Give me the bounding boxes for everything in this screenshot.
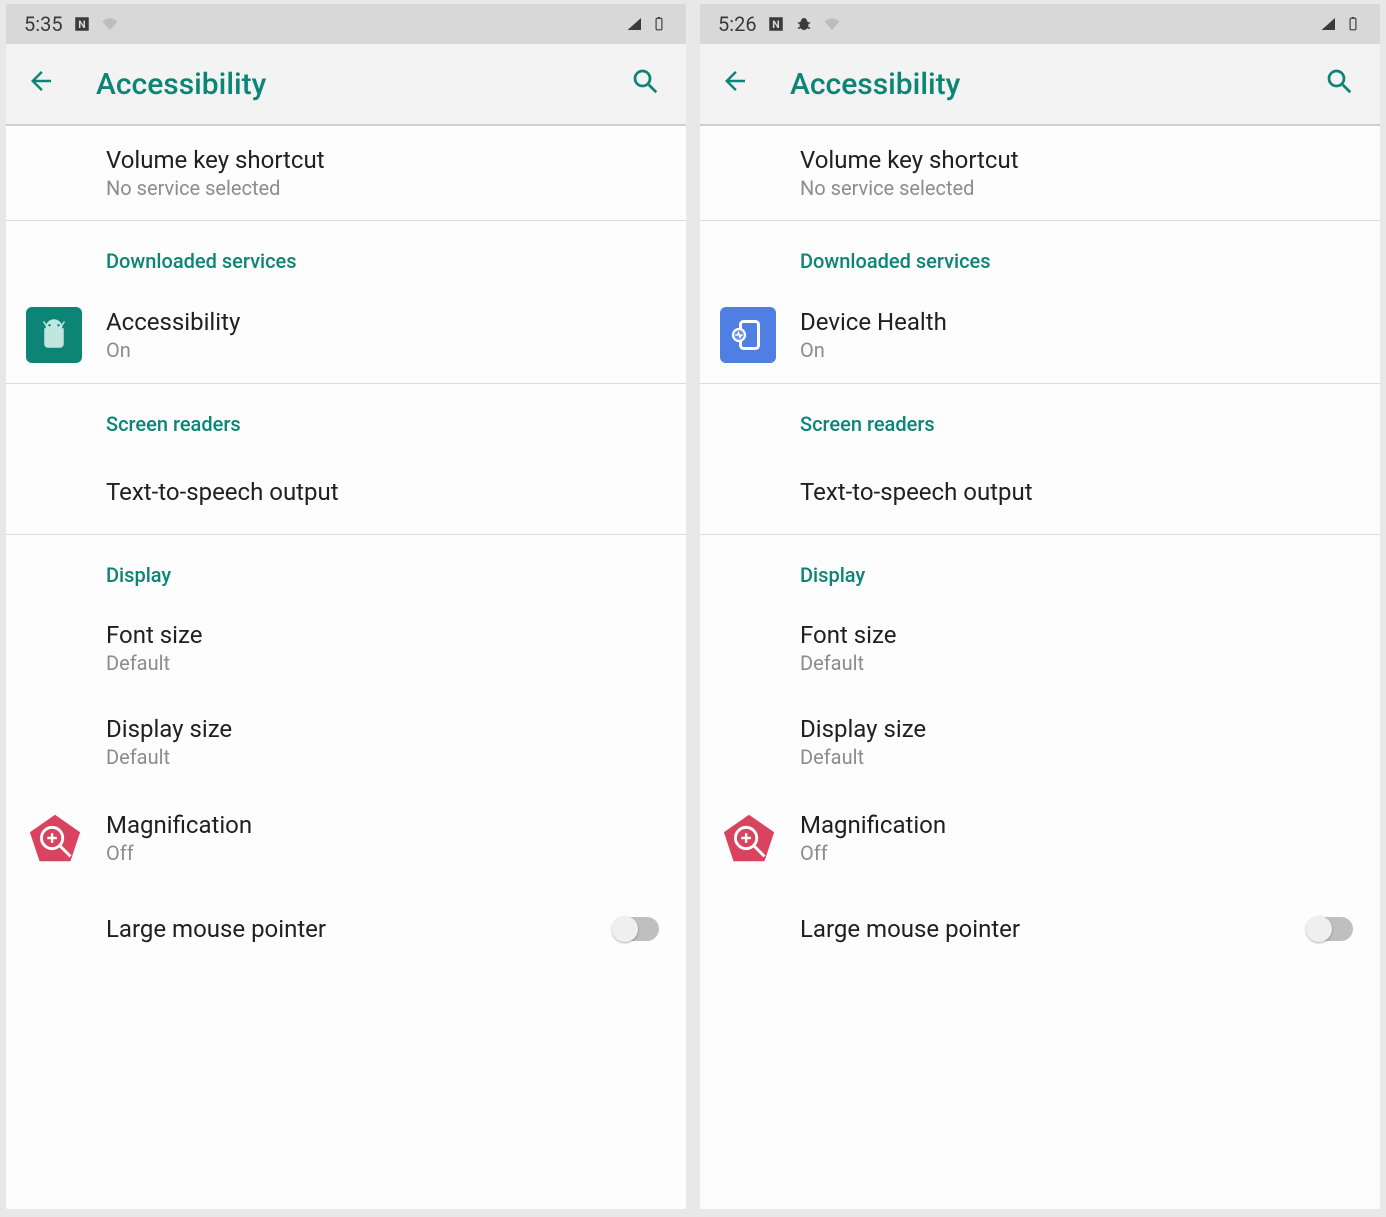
status-bar: 5:26 N (700, 4, 1380, 44)
item-subtitle: On (106, 338, 666, 362)
large-mouse-pointer-switch[interactable] (613, 917, 659, 941)
font-size-item[interactable]: Font size Default (700, 601, 1380, 695)
item-title: Large mouse pointer (800, 915, 1300, 943)
wifi-dim-icon (101, 15, 119, 33)
signal-icon (626, 15, 644, 33)
item-title: Magnification (106, 811, 666, 839)
item-title: Display size (800, 715, 1360, 743)
item-title: Volume key shortcut (106, 146, 666, 174)
section-display: Display (700, 535, 1380, 601)
item-title: Display size (106, 715, 666, 743)
item-subtitle: Off (106, 841, 666, 865)
item-title: Text-to-speech output (106, 478, 666, 506)
section-screen-readers: Screen readers (6, 384, 686, 450)
settings-list: Volume key shortcut No service selected … (6, 126, 686, 1209)
large-mouse-pointer-item[interactable]: Large mouse pointer (700, 887, 1380, 971)
item-title: Magnification (800, 811, 1360, 839)
signal-icon (1320, 15, 1338, 33)
item-subtitle: Default (106, 745, 666, 769)
item-subtitle: Default (800, 651, 1360, 675)
item-title: Large mouse pointer (106, 915, 606, 943)
item-subtitle: Default (800, 745, 1360, 769)
section-downloaded-services: Downloaded services (700, 221, 1380, 287)
settings-list: Volume key shortcut No service selected … (700, 126, 1380, 1209)
android-app-icon (26, 307, 82, 363)
back-button[interactable] (26, 66, 66, 103)
app-notification-icon: N (767, 15, 785, 33)
battery-icon (1344, 15, 1362, 33)
page-title: Accessibility (790, 67, 1324, 102)
search-button[interactable] (1324, 66, 1360, 102)
phone-left: 5:35 N Accessibility (6, 4, 686, 1209)
item-subtitle: Off (800, 841, 1360, 865)
display-size-item[interactable]: Display size Default (6, 695, 686, 789)
item-title: Device Health (800, 308, 1360, 336)
item-title: Accessibility (106, 308, 666, 336)
svg-text:N: N (772, 18, 779, 31)
search-button[interactable] (630, 66, 666, 102)
status-time: 5:26 (718, 12, 757, 36)
volume-key-shortcut-item[interactable]: Volume key shortcut No service selected (6, 126, 686, 220)
status-time: 5:35 (24, 12, 63, 36)
display-size-item[interactable]: Display size Default (700, 695, 1380, 789)
wifi-dim-icon (823, 15, 841, 33)
status-bar: 5:35 N (6, 4, 686, 44)
downloaded-service-item[interactable]: Accessibility On (6, 287, 686, 383)
section-display: Display (6, 535, 686, 601)
text-to-speech-item[interactable]: Text-to-speech output (700, 450, 1380, 534)
section-screen-readers: Screen readers (700, 384, 1380, 450)
item-title: Text-to-speech output (800, 478, 1360, 506)
magnification-icon (720, 809, 778, 867)
large-mouse-pointer-item[interactable]: Large mouse pointer (6, 887, 686, 971)
back-button[interactable] (720, 66, 760, 103)
app-notification-icon: N (73, 15, 91, 33)
item-subtitle: On (800, 338, 1360, 362)
item-subtitle: No service selected (800, 176, 1360, 200)
volume-key-shortcut-item[interactable]: Volume key shortcut No service selected (700, 126, 1380, 220)
item-subtitle: No service selected (106, 176, 666, 200)
item-title: Font size (800, 621, 1360, 649)
section-downloaded-services: Downloaded services (6, 221, 686, 287)
item-title: Font size (106, 621, 666, 649)
page-title: Accessibility (96, 67, 630, 102)
item-subtitle: Default (106, 651, 666, 675)
battery-icon (650, 15, 668, 33)
text-to-speech-item[interactable]: Text-to-speech output (6, 450, 686, 534)
device-health-icon (720, 307, 776, 363)
downloaded-service-item[interactable]: Device Health On (700, 287, 1380, 383)
app-bar: Accessibility (700, 44, 1380, 126)
magnification-item[interactable]: Magnification Off (700, 789, 1380, 887)
phone-right: 5:26 N Accessibility (700, 4, 1380, 1209)
item-title: Volume key shortcut (800, 146, 1360, 174)
magnification-item[interactable]: Magnification Off (6, 789, 686, 887)
font-size-item[interactable]: Font size Default (6, 601, 686, 695)
large-mouse-pointer-switch[interactable] (1307, 917, 1353, 941)
svg-text:N: N (78, 18, 85, 31)
magnification-icon (26, 809, 84, 867)
app-bar: Accessibility (6, 44, 686, 126)
debug-icon (795, 15, 813, 33)
